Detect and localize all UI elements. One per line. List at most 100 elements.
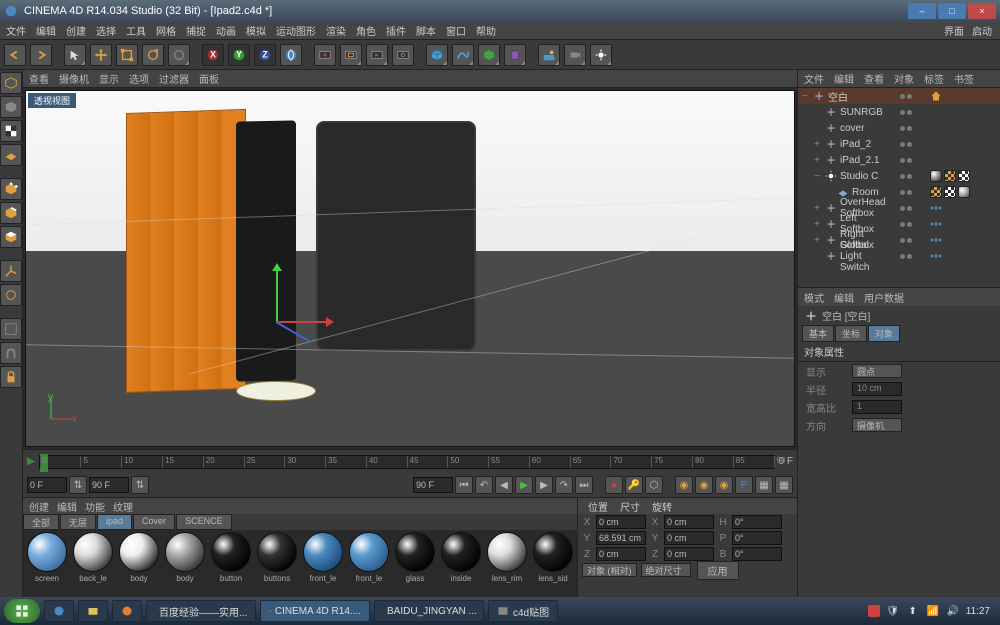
maximize-button[interactable]: □ xyxy=(938,3,966,19)
menu-create[interactable]: 创建 xyxy=(66,23,86,38)
material-item[interactable]: lens_rim xyxy=(485,532,529,595)
goto-next-key-button[interactable]: ↷ xyxy=(555,476,573,494)
expand-toggle[interactable]: + xyxy=(814,219,824,230)
goto-prev-key-button[interactable]: ↶ xyxy=(475,476,493,494)
material-item[interactable]: screen xyxy=(25,532,69,595)
material-item[interactable]: body xyxy=(163,532,207,595)
render-view[interactable] xyxy=(314,44,336,66)
step-back-button[interactable]: ◀ xyxy=(495,476,513,494)
current-frame-input[interactable] xyxy=(27,477,67,493)
size-y-input[interactable] xyxy=(664,531,714,545)
om-edit[interactable]: 编辑 xyxy=(834,71,854,86)
tag-icon[interactable] xyxy=(958,186,970,198)
frame-stepper-icon[interactable]: ⇅ xyxy=(69,476,87,494)
material-item[interactable]: front_le xyxy=(347,532,391,595)
menu-sim[interactable]: 模拟 xyxy=(246,23,266,38)
tag-icon[interactable] xyxy=(958,170,970,182)
add-camera[interactable] xyxy=(564,44,586,66)
vp-camera[interactable]: 摄像机 xyxy=(59,71,89,86)
minimize-button[interactable]: – xyxy=(908,3,936,19)
menu-edit[interactable]: 编辑 xyxy=(36,23,56,38)
expand-toggle[interactable]: − xyxy=(814,171,824,182)
taskbar-app[interactable]: BAIDU_JINGYAN ... xyxy=(374,600,484,622)
visibility-dots[interactable] xyxy=(886,238,926,243)
om-obj[interactable]: 对象 xyxy=(894,71,914,86)
expand-toggle[interactable]: + xyxy=(814,203,824,214)
object-tags[interactable] xyxy=(926,170,1000,182)
redo-button[interactable] xyxy=(30,44,52,66)
system-tray[interactable]: 🛡 ⬆ 📶 🔊 11:27 xyxy=(868,604,996,618)
expand-toggle[interactable]: + xyxy=(814,235,824,246)
x-axis-lock[interactable]: X xyxy=(202,44,224,66)
vp-view[interactable]: 查看 xyxy=(29,71,49,86)
key-pla-button[interactable]: ▦ xyxy=(755,476,773,494)
om-file[interactable]: 文件 xyxy=(804,71,824,86)
object-tree-row[interactable]: +iPad_2 xyxy=(798,136,1000,152)
edges-mode[interactable] xyxy=(0,202,22,224)
model-mode[interactable] xyxy=(0,96,22,118)
autokey-button[interactable]: 🔑 xyxy=(625,476,643,494)
goto-start-button[interactable]: ⏮ xyxy=(455,476,473,494)
tweak-toggle[interactable] xyxy=(0,284,22,306)
visibility-dots[interactable] xyxy=(886,254,926,259)
object-tree-row[interactable]: +iPad_2.1 xyxy=(798,152,1000,168)
tray-clock[interactable]: 11:27 xyxy=(966,606,990,617)
vp-filter[interactable]: 过滤器 xyxy=(159,71,189,86)
material-item[interactable]: back_le xyxy=(71,532,115,595)
menu-select[interactable]: 选择 xyxy=(96,23,116,38)
make-editable[interactable] xyxy=(0,72,22,94)
select-tool[interactable] xyxy=(64,44,86,66)
menu-window[interactable]: 窗口 xyxy=(446,23,466,38)
material-item[interactable]: inside xyxy=(439,532,483,595)
object-tree-row[interactable]: −Studio C xyxy=(798,168,1000,184)
coord-system[interactable] xyxy=(280,44,302,66)
taskbar-app[interactable]: CINEMA 4D R14.... xyxy=(260,600,370,622)
render-settings[interactable] xyxy=(392,44,414,66)
menu-help[interactable]: 帮助 xyxy=(476,23,496,38)
add-spline[interactable] xyxy=(452,44,474,66)
object-tags[interactable] xyxy=(926,234,1000,246)
material-layer-tab[interactable]: ipad xyxy=(97,514,132,530)
attr-value-input[interactable]: 1 xyxy=(852,400,902,414)
scale-tool[interactable] xyxy=(116,44,138,66)
visibility-dots[interactable] xyxy=(886,206,926,211)
attr-tab-object[interactable]: 对象 xyxy=(868,325,900,342)
object-tree[interactable]: −空白SUNRGBcover+iPad_2+iPad_2.1−Studio CR… xyxy=(798,88,1000,288)
key-pos-button[interactable]: ◉ xyxy=(675,476,693,494)
material-item[interactable]: lens_sid xyxy=(531,532,575,595)
menu-render[interactable]: 渲染 xyxy=(326,23,346,38)
texture-mode[interactable] xyxy=(0,120,22,142)
close-button[interactable]: × xyxy=(968,3,996,19)
frame-stepper-icon[interactable]: ⇅ xyxy=(131,476,149,494)
add-environment[interactable] xyxy=(538,44,560,66)
material-item[interactable]: button xyxy=(209,532,253,595)
menu-snap[interactable]: 捕捉 xyxy=(186,23,206,38)
z-axis-lock[interactable]: Z xyxy=(254,44,276,66)
viewport-solo[interactable] xyxy=(0,318,22,340)
object-tree-row[interactable]: Global Light Switch xyxy=(798,248,1000,264)
render-pv[interactable] xyxy=(366,44,388,66)
rot-p-input[interactable] xyxy=(732,531,782,545)
mat-menu-create[interactable]: 创建 xyxy=(29,499,49,514)
vp-panel[interactable]: 面板 xyxy=(199,71,219,86)
tray-shield-icon[interactable]: 🛡 xyxy=(886,604,900,618)
object-tree-row[interactable]: +Left Softbox xyxy=(798,216,1000,232)
material-layer-tab[interactable]: SCENCE xyxy=(176,514,232,530)
menu-plugins[interactable]: 插件 xyxy=(386,23,406,38)
visibility-dots[interactable] xyxy=(886,190,926,195)
object-tree-row[interactable]: +OverHead Softbox xyxy=(798,200,1000,216)
coord-tab-rot[interactable]: 旋转 xyxy=(652,499,672,514)
mat-menu-edit[interactable]: 编辑 xyxy=(57,499,77,514)
material-layer-tab[interactable]: 全部 xyxy=(23,514,59,530)
expand-toggle[interactable]: + xyxy=(814,155,824,166)
menu-tools[interactable]: 工具 xyxy=(126,23,146,38)
lock-toggle[interactable] xyxy=(0,366,22,388)
attr-userdata[interactable]: 用户数据 xyxy=(864,290,904,305)
material-item[interactable]: front_le xyxy=(301,532,345,595)
material-strip[interactable]: screenback_lebodybodybuttonbuttonsfront_… xyxy=(23,530,577,597)
expand-toggle[interactable]: − xyxy=(802,91,812,102)
tray-volume-icon[interactable]: 🔊 xyxy=(946,604,960,618)
om-bookmarks[interactable]: 书签 xyxy=(954,71,974,86)
menu-char[interactable]: 角色 xyxy=(356,23,376,38)
material-item[interactable]: glass xyxy=(393,532,437,595)
